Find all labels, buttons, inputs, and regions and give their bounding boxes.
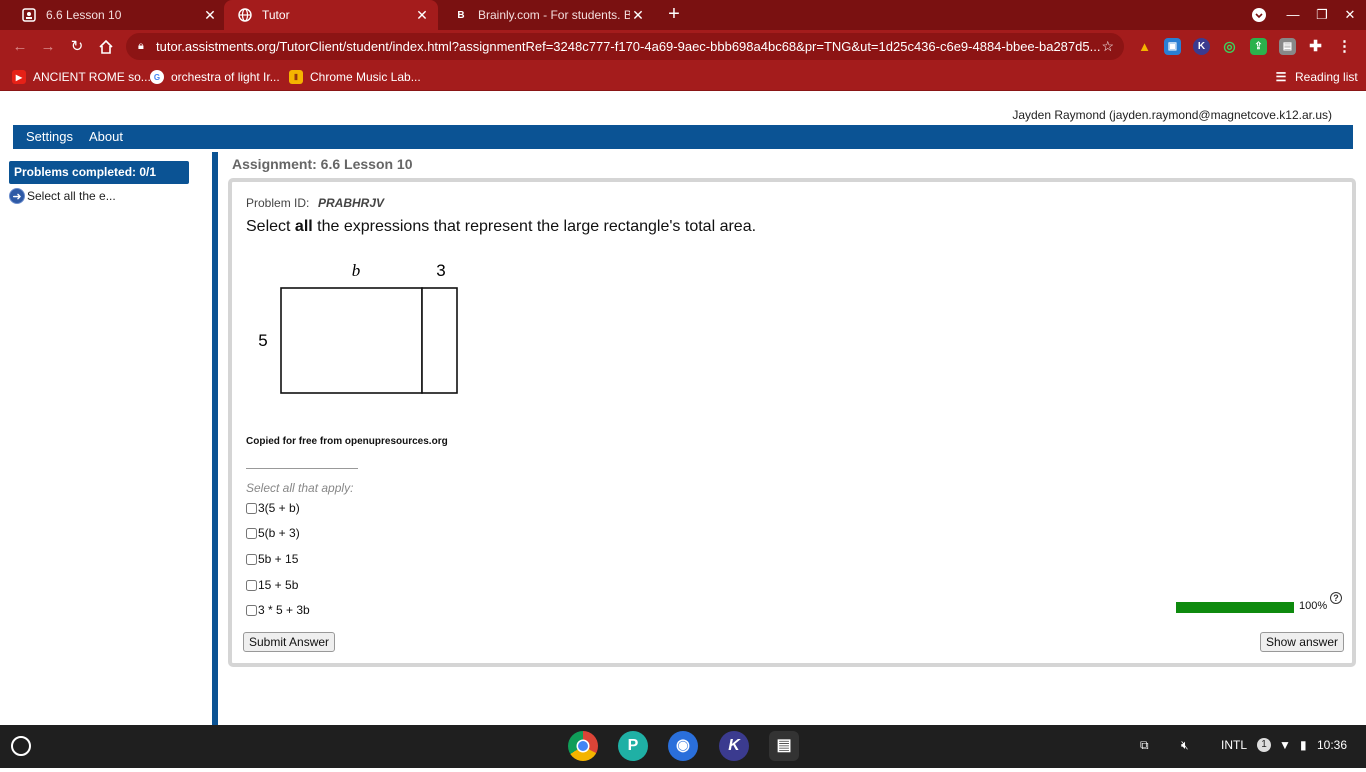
bookmark-ancient-rome[interactable]: ▶ ANCIENT ROME so...	[12, 68, 151, 86]
tab-extension-icon[interactable]: ▤	[1279, 38, 1296, 55]
progress-label: 100%	[1299, 600, 1328, 612]
select-all-note: Select all that apply:	[246, 481, 354, 495]
sidebar-problem-item[interactable]: ➜ Select all the e...	[9, 187, 116, 205]
url-text: tutor.assistments.org/TutorClient/studen…	[156, 39, 1101, 54]
settings-link[interactable]: Settings	[26, 125, 73, 149]
home-icon[interactable]	[95, 36, 117, 58]
problems-completed-header: Problems completed: 0/1	[9, 161, 189, 184]
mute-icon[interactable]: 🔇︎	[1181, 738, 1189, 753]
choice-checkbox[interactable]	[246, 579, 257, 591]
tab-search-icon[interactable]	[1249, 5, 1269, 25]
choice-1[interactable]: 3(5 + b)	[246, 500, 300, 516]
choice-checkbox[interactable]	[246, 553, 257, 565]
choice-5[interactable]: 3 * 5 + 3b	[246, 602, 310, 618]
pear-deck-icon[interactable]: P	[618, 731, 648, 761]
close-icon[interactable]: ✕	[630, 7, 646, 23]
submit-answer-button[interactable]: Submit Answer	[243, 632, 336, 652]
tab-title: 6.6 Lesson 10	[46, 8, 122, 22]
bookmark-chrome-music-lab[interactable]: Ⅱ Chrome Music Lab...	[289, 68, 421, 86]
bookmark-star-icon[interactable]: ☆	[1101, 33, 1114, 60]
notification-badge[interactable]: 1	[1257, 738, 1271, 752]
arrow-right-icon: ➜	[9, 188, 25, 204]
puzzle-icon[interactable]: ✚	[1307, 38, 1324, 55]
tab-tutor[interactable]: Tutor ✕	[224, 0, 438, 30]
choice-checkbox[interactable]	[246, 502, 257, 514]
lock-icon[interactable]: 🔒︎	[138, 33, 144, 60]
problem-id: PRABHRJV	[318, 196, 385, 210]
choice-3[interactable]: 5b + 15	[246, 551, 298, 567]
close-icon[interactable]: ✕	[202, 7, 218, 23]
help-icon[interactable]: ?	[1330, 592, 1342, 604]
ime-indicator[interactable]: INTL	[1221, 738, 1247, 752]
bookmark-label: ANCIENT ROME so...	[33, 70, 151, 84]
camera-icon[interactable]: ◉	[668, 731, 698, 761]
assignment-title: Assignment: 6.6 Lesson 10	[232, 156, 413, 172]
youtube-icon: ▶	[12, 70, 26, 84]
label-5: 5	[258, 331, 267, 350]
top-nav: Settings About	[13, 125, 1353, 149]
url-bar[interactable]: 🔒︎ tutor.assistments.org/TutorClient/stu…	[126, 33, 1124, 60]
progress-bar	[1176, 602, 1294, 613]
clock[interactable]: 10:36	[1317, 738, 1347, 752]
bookmark-orchestra[interactable]: G orchestra of light Ir...	[150, 68, 280, 86]
files-icon[interactable]: ▤	[769, 731, 799, 761]
reading-list-icon: ☰	[1275, 70, 1287, 84]
launcher-icon[interactable]	[11, 736, 31, 756]
new-tab-button[interactable]: +	[663, 4, 685, 26]
tab-brainly[interactable]: B Brainly.com - For students. By st ✕	[440, 0, 654, 30]
label-3: 3	[436, 261, 445, 280]
forward-icon[interactable]: →	[37, 36, 59, 58]
area-rectangle-diagram: b 3 5	[258, 261, 458, 394]
sidebar-divider	[212, 152, 218, 725]
sidebar-item-label: Select all the e...	[27, 189, 116, 203]
grammarly-extension-icon[interactable]: ◎	[1221, 38, 1238, 55]
choice-2[interactable]: 5(b + 3)	[246, 525, 300, 541]
tab-title: Tutor	[262, 8, 290, 22]
google-icon: G	[150, 70, 164, 84]
chrome-icon[interactable]	[568, 731, 598, 761]
bookmark-label: Chrome Music Lab...	[310, 70, 421, 84]
tab-lesson[interactable]: 6.6 Lesson 10 ✕	[8, 0, 226, 30]
kami-icon[interactable]: K	[719, 731, 749, 761]
tab-title: Brainly.com - For students. By st	[478, 8, 630, 22]
close-window-icon[interactable]: ✕	[1340, 5, 1360, 25]
brainly-icon: B	[457, 9, 465, 21]
progress-fill	[1176, 602, 1294, 613]
more-menu-icon[interactable]: ⋮	[1336, 38, 1353, 55]
separator	[246, 468, 358, 469]
screen-extension-icon[interactable]: ▣	[1164, 38, 1181, 55]
choice-4[interactable]: 15 + 5b	[246, 577, 298, 593]
restore-icon[interactable]: ❐	[1312, 5, 1332, 25]
globe-icon	[238, 8, 252, 22]
minimize-icon[interactable]: —	[1283, 5, 1303, 25]
holding-space-icon[interactable]: ⧉	[1140, 738, 1149, 753]
show-answer-button[interactable]: Show answer	[1259, 632, 1344, 652]
reading-list-button[interactable]: ☰ Reading list	[1274, 68, 1358, 86]
bookmark-label: orchestra of light Ir...	[171, 70, 280, 84]
choice-checkbox[interactable]	[246, 527, 257, 539]
reading-list-label: Reading list	[1295, 70, 1358, 84]
back-icon[interactable]: ←	[9, 36, 31, 58]
assignment-icon	[22, 8, 36, 22]
drive-extension-icon[interactable]: ▲	[1136, 38, 1153, 55]
address-toolbar: ← → ↻ 🔒︎ tutor.assistments.org/TutorClie…	[0, 30, 1366, 63]
user-info: Jayden Raymond (jayden.raymond@magnetcov…	[1012, 108, 1332, 122]
browser-tab-strip: 6.6 Lesson 10 ✕ Tutor ✕ B Brainly.com - …	[0, 0, 1366, 30]
share-extension-icon[interactable]: ⇪	[1250, 38, 1267, 55]
choice-checkbox[interactable]	[246, 604, 257, 616]
wifi-icon[interactable]: ▼	[1279, 738, 1291, 752]
bookmarks-bar: ▶ ANCIENT ROME so... G orchestra of ligh…	[0, 63, 1366, 91]
reload-icon[interactable]: ↻	[66, 36, 88, 58]
close-icon[interactable]: ✕	[414, 7, 430, 23]
question-text: Select all the expressions that represen…	[246, 218, 757, 235]
problem-panel: Problem ID: PRABHRJV Select all the expr…	[228, 178, 1356, 667]
taskbar: P ◉ K ▤ ⧉ 🔇︎ INTL 1 ▼ ▮ 10:36	[0, 725, 1366, 768]
label-b: b	[352, 261, 361, 280]
battery-icon[interactable]: ▮	[1300, 738, 1307, 752]
kami-extension-icon[interactable]: K	[1193, 38, 1210, 55]
about-link[interactable]: About	[89, 125, 123, 149]
credit-text: Copied for free from openupresources.org	[246, 436, 448, 447]
problem-id-label: Problem ID:	[246, 196, 310, 210]
music-lab-icon: Ⅱ	[289, 70, 303, 84]
